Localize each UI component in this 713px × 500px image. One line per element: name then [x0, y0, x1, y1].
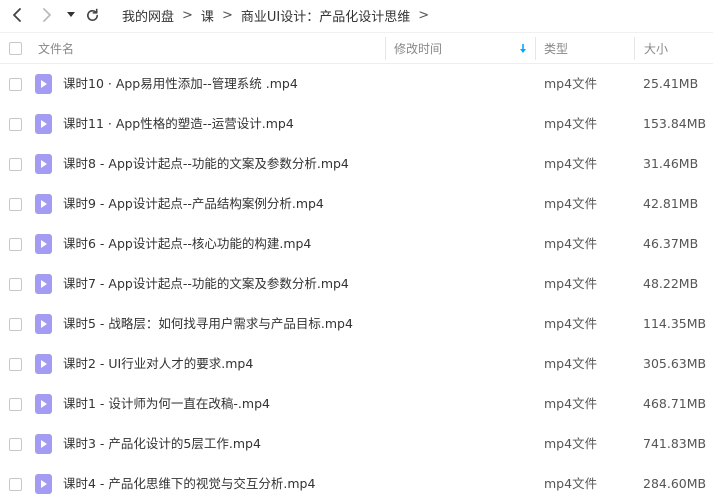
- file-row[interactable]: 课时4 - 产品化思维下的视觉与交互分析.mp4 mp4文件 284.60MB: [0, 464, 713, 500]
- column-header-name[interactable]: 文件名: [38, 33, 74, 64]
- row-checkbox[interactable]: [9, 398, 22, 411]
- video-file-icon: [35, 274, 52, 294]
- row-checkbox[interactable]: [9, 238, 22, 251]
- file-row[interactable]: 课时8 - App设计起点--功能的文案及参数分析.mp4 mp4文件 31.4…: [0, 144, 713, 184]
- chevron-left-icon[interactable]: [8, 5, 28, 25]
- breadcrumb-separator: >: [221, 7, 233, 23]
- file-size: 284.60MB: [643, 476, 707, 491]
- file-size: 468.71MB: [643, 396, 707, 411]
- file-type: mp4文件: [544, 316, 598, 331]
- file-list-header: 文件名 修改时间 类型 大小: [0, 32, 713, 64]
- video-file-icon: [35, 354, 52, 374]
- file-type: mp4文件: [544, 396, 598, 411]
- file-name[interactable]: 课时2 - UI行业对人才的要求.mp4: [63, 344, 253, 384]
- file-size: 153.84MB: [643, 116, 707, 131]
- column-header-type[interactable]: 类型: [544, 33, 568, 64]
- file-size: 46.37MB: [643, 236, 699, 251]
- video-file-icon: [35, 394, 52, 414]
- file-name[interactable]: 课时7 - App设计起点--功能的文案及参数分析.mp4: [63, 264, 349, 304]
- breadcrumb: 我的网盘 > 课 > 商业UI设计：产品化设计思维 >: [122, 0, 437, 30]
- column-divider: [535, 37, 536, 60]
- breadcrumb-item-my-drive[interactable]: 我的网盘: [122, 6, 174, 25]
- chevron-right-icon[interactable]: [36, 5, 56, 25]
- file-name[interactable]: 课时3 - 产品化设计的5层工作.mp4: [63, 424, 261, 464]
- file-row[interactable]: 课时3 - 产品化设计的5层工作.mp4 mp4文件 741.83MB: [0, 424, 713, 464]
- file-type: mp4文件: [544, 476, 598, 491]
- file-type: mp4文件: [544, 76, 598, 91]
- row-checkbox[interactable]: [9, 158, 22, 171]
- sort-down-arrow-icon[interactable]: [519, 33, 527, 64]
- file-type: mp4文件: [544, 236, 598, 251]
- column-divider: [385, 37, 386, 60]
- row-checkbox[interactable]: [9, 78, 22, 91]
- video-file-icon: [35, 314, 52, 334]
- row-checkbox[interactable]: [9, 118, 22, 131]
- file-size: 25.41MB: [643, 76, 699, 91]
- file-name[interactable]: 课时4 - 产品化思维下的视觉与交互分析.mp4: [63, 464, 315, 500]
- video-file-icon: [35, 114, 52, 134]
- video-file-icon: [35, 154, 52, 174]
- row-checkbox[interactable]: [9, 478, 22, 491]
- video-file-icon: [35, 474, 52, 494]
- file-row[interactable]: 课时10 · App易用性添加--管理系统 .mp4 mp4文件 25.41MB: [0, 64, 713, 104]
- file-row[interactable]: 课时6 - App设计起点--核心功能的构建.mp4 mp4文件 46.37MB: [0, 224, 713, 264]
- file-type: mp4文件: [544, 356, 598, 371]
- file-name[interactable]: 课时1 - 设计师为何一直在改稿-.mp4: [63, 384, 270, 424]
- file-name[interactable]: 课时8 - App设计起点--功能的文案及参数分析.mp4: [63, 144, 349, 184]
- file-row[interactable]: 课时11 · App性格的塑造--运营设计.mp4 mp4文件 153.84MB: [0, 104, 713, 144]
- row-checkbox[interactable]: [9, 438, 22, 451]
- file-name[interactable]: 课时9 - App设计起点--产品结构案例分析.mp4: [63, 184, 324, 224]
- column-header-modified[interactable]: 修改时间: [394, 33, 442, 64]
- row-checkbox[interactable]: [9, 318, 22, 331]
- file-type: mp4文件: [544, 156, 598, 171]
- file-name[interactable]: 课时5 - 战略层：如何找寻用户需求与产品目标.mp4: [63, 304, 353, 344]
- file-name[interactable]: 课时6 - App设计起点--核心功能的构建.mp4: [63, 224, 311, 264]
- row-checkbox[interactable]: [9, 278, 22, 291]
- file-size: 114.35MB: [643, 316, 707, 331]
- column-divider: [634, 37, 635, 60]
- row-checkbox[interactable]: [9, 198, 22, 211]
- file-row[interactable]: 课时1 - 设计师为何一直在改稿-.mp4 mp4文件 468.71MB: [0, 384, 713, 424]
- video-file-icon: [35, 194, 52, 214]
- breadcrumb-separator: >: [182, 7, 193, 23]
- file-row[interactable]: 课时2 - UI行业对人才的要求.mp4 mp4文件 305.63MB: [0, 344, 713, 384]
- video-file-icon: [35, 74, 52, 94]
- file-type: mp4文件: [544, 196, 598, 211]
- file-name[interactable]: 课时11 · App性格的塑造--运营设计.mp4: [63, 104, 294, 144]
- file-type: mp4文件: [544, 276, 598, 291]
- file-name[interactable]: 课时10 · App易用性添加--管理系统 .mp4: [63, 64, 298, 104]
- file-size: 48.22MB: [643, 276, 699, 291]
- file-row[interactable]: 课时5 - 战略层：如何找寻用户需求与产品目标.mp4 mp4文件 114.35…: [0, 304, 713, 344]
- file-type: mp4文件: [544, 116, 598, 131]
- column-header-size[interactable]: 大小: [644, 33, 668, 64]
- select-all-checkbox[interactable]: [9, 42, 22, 55]
- refresh-icon[interactable]: [82, 5, 102, 25]
- video-file-icon: [35, 234, 52, 254]
- row-checkbox[interactable]: [9, 358, 22, 371]
- file-row[interactable]: 课时9 - App设计起点--产品结构案例分析.mp4 mp4文件 42.81M…: [0, 184, 713, 224]
- breadcrumb-item-current-folder[interactable]: 商业UI设计：产品化设计思维: [241, 6, 410, 25]
- file-size: 305.63MB: [643, 356, 707, 371]
- file-size: 741.83MB: [643, 436, 707, 451]
- navigation-bar: 我的网盘 > 课 > 商业UI设计：产品化设计思维 >: [0, 0, 713, 30]
- caret-down-icon[interactable]: [61, 5, 81, 25]
- file-size: 42.81MB: [643, 196, 699, 211]
- file-size: 31.46MB: [643, 156, 699, 171]
- video-file-icon: [35, 434, 52, 454]
- file-row[interactable]: 课时7 - App设计起点--功能的文案及参数分析.mp4 mp4文件 48.2…: [0, 264, 713, 304]
- breadcrumb-item-course[interactable]: 课: [201, 6, 214, 25]
- breadcrumb-separator: >: [418, 7, 430, 23]
- file-type: mp4文件: [544, 436, 598, 451]
